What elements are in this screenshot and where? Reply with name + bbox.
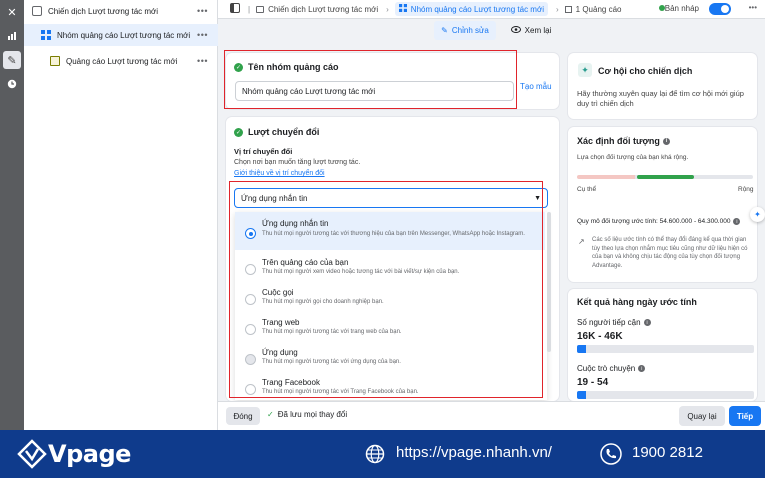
card-title-text: Xác định đối tượng	[577, 136, 660, 146]
editor-footer: Đóng ✓ Đã lưu mọi thay đổi Quay lại Tiếp	[218, 401, 765, 430]
scrollbar[interactable]	[547, 212, 551, 352]
tree-item-label: Chiến dịch Lượt tương tác mới	[48, 6, 159, 16]
reach-label-text: Số người tiếp cận	[577, 318, 641, 327]
more-icon[interactable]: •••	[197, 30, 208, 40]
vpage-logo-icon	[17, 439, 47, 469]
audience-title: Xác định đối tượng i	[577, 136, 670, 146]
template-link[interactable]: Tạo mẫu	[520, 82, 552, 91]
website-link[interactable]: https://vpage.nhanh.vn/	[396, 444, 552, 461]
audience-desc: Lựa chọn đối tượng của bạn khá rộng.	[577, 154, 689, 161]
vpage-logo-text: Vpage	[48, 440, 131, 468]
sparkle-icon: ✦	[578, 63, 592, 77]
tab-label: Xem lại	[524, 26, 552, 35]
tree-item-ad[interactable]: Quảng cáo Lượt tương tác mới •••	[24, 50, 218, 72]
tab-edit[interactable]: ✎ Chỉnh sửa	[434, 21, 496, 40]
opportunity-card	[568, 53, 757, 119]
tree-item-adset[interactable]: Nhóm quảng cáo Lượt tương tác mới •••	[24, 24, 218, 46]
check-icon: ✓	[267, 410, 274, 419]
publish-toggle[interactable]	[709, 3, 731, 15]
reach-value: 16K - 46K	[577, 331, 623, 342]
card-title-text: Lượt chuyển đổi	[248, 127, 320, 137]
daily-title: Kết quả hàng ngày ước tính	[577, 297, 697, 307]
conversion-title: ✓ Lượt chuyển đổi	[234, 127, 319, 137]
phone-icon	[600, 443, 622, 465]
opportunity-title: Cơ hội cho chiến dịch	[598, 66, 693, 76]
campaign-tree: Chiến dịch Lượt tương tác mới ••• Nhóm q…	[24, 0, 218, 430]
adset-name-title: ✓ Tên nhóm quảng cáo	[234, 62, 339, 72]
tab-review[interactable]: Xem lại	[505, 21, 557, 40]
save-status-text: Đã lưu mọi thay đổi	[277, 410, 348, 419]
status-badge: Bản nháp	[664, 4, 699, 13]
audience-size-text: Quy mô đối tượng ước tính: 54.600.000 - …	[577, 218, 731, 225]
globe-icon	[365, 444, 385, 464]
assist-float-icon[interactable]: ✦	[750, 207, 765, 222]
meter-specific-label: Cụ thể	[577, 186, 597, 193]
conv-label-text: Cuộc trò chuyện	[577, 364, 636, 373]
back-button[interactable]: Quay lại	[679, 406, 725, 426]
tab-label: Chỉnh sửa	[451, 26, 489, 35]
more-icon[interactable]: •••	[749, 3, 757, 12]
learn-more-link[interactable]: Giới thiệu về vị trí chuyển đổi	[234, 170, 325, 177]
audience-note: Các số liệu ước tính có thể thay đổi đán…	[592, 237, 748, 269]
info-icon[interactable]: i	[662, 137, 670, 145]
reach-label: Số người tiếp cận i	[577, 318, 651, 327]
opportunity-desc: Hãy thường xuyên quay lại để tìm cơ hội …	[577, 89, 744, 108]
tree-item-campaign[interactable]: Chiến dịch Lượt tương tác mới •••	[24, 0, 218, 22]
more-icon[interactable]: •••	[197, 6, 208, 16]
folder-icon	[32, 6, 42, 16]
tree-item-label: Nhóm quảng cáo Lượt tương tác mới	[57, 30, 191, 40]
location-label: Vị trí chuyển đổi	[234, 147, 293, 156]
clock-icon[interactable]	[3, 75, 21, 93]
adset-name-input[interactable]: Nhóm quảng cáo Lượt tương tác mới	[235, 81, 514, 101]
breadcrumb-label: Nhóm quảng cáo Lượt tương tác mới	[410, 4, 544, 14]
info-icon[interactable]: i	[638, 365, 646, 372]
meter-broad-label: Rộng	[738, 186, 754, 193]
conversations-label: Cuộc trò chuyện i	[577, 364, 646, 373]
grid-icon	[398, 4, 407, 14]
ad-icon	[564, 5, 572, 13]
breadcrumb-adset[interactable]: Nhóm quảng cáo Lượt tương tác mới	[394, 2, 548, 16]
grid-icon	[41, 30, 51, 40]
next-button[interactable]: Tiếp	[729, 406, 761, 426]
top-bar: | Chiến dịch Lượt tương tác mới › Nhóm q…	[218, 0, 765, 19]
breadcrumb-label: Chiến dịch Lượt tương tác mới	[268, 4, 379, 14]
trend-icon: ↗	[578, 237, 585, 246]
reach-bar	[577, 345, 754, 353]
info-icon[interactable]: i	[643, 319, 651, 326]
save-status: ✓ Đã lưu mọi thay đổi	[267, 410, 347, 419]
panel-toggle-icon[interactable]	[230, 3, 240, 15]
audience-size: Quy mô đối tượng ước tính: 54.600.000 - …	[577, 218, 741, 225]
vpage-banner: Vpage https://vpage.nhanh.vn/ 1900 2812	[0, 430, 765, 478]
close-icon[interactable]: ✕	[3, 3, 21, 21]
chart-icon[interactable]	[3, 27, 21, 45]
highlight-box	[229, 181, 543, 398]
reach-bar-fill	[577, 345, 586, 353]
ad-icon	[50, 56, 60, 66]
icon-rail: ✕ ✎	[0, 0, 24, 430]
eye-icon	[510, 26, 521, 35]
conversations-value: 19 - 54	[577, 377, 609, 388]
breadcrumb-campaign[interactable]: Chiến dịch Lượt tương tác mới	[256, 5, 378, 14]
pencil-icon[interactable]: ✎	[3, 51, 21, 69]
conversations-bar	[577, 391, 754, 399]
check-icon: ✓	[234, 127, 243, 137]
card-title-text: Tên nhóm quảng cáo	[248, 62, 339, 72]
more-icon[interactable]: •••	[197, 56, 208, 66]
tree-item-label: Quảng cáo Lượt tương tác mới	[66, 56, 178, 66]
folder-icon	[256, 5, 265, 13]
breadcrumb-label: 1 Quảng cáo	[575, 4, 622, 14]
audience-meter-fill	[637, 175, 694, 179]
breadcrumb-ad[interactable]: 1 Quảng cáo	[564, 4, 622, 14]
check-icon: ✓	[234, 62, 243, 72]
close-button[interactable]: Đóng	[226, 407, 260, 425]
location-desc: Chọn nơi bạn muốn tăng lượt tương tác.	[234, 159, 361, 166]
info-icon[interactable]: i	[733, 218, 741, 225]
hotline[interactable]: 1900 2812	[632, 444, 703, 461]
pencil-icon: ✎	[441, 26, 448, 35]
conversations-bar-fill	[577, 391, 586, 399]
